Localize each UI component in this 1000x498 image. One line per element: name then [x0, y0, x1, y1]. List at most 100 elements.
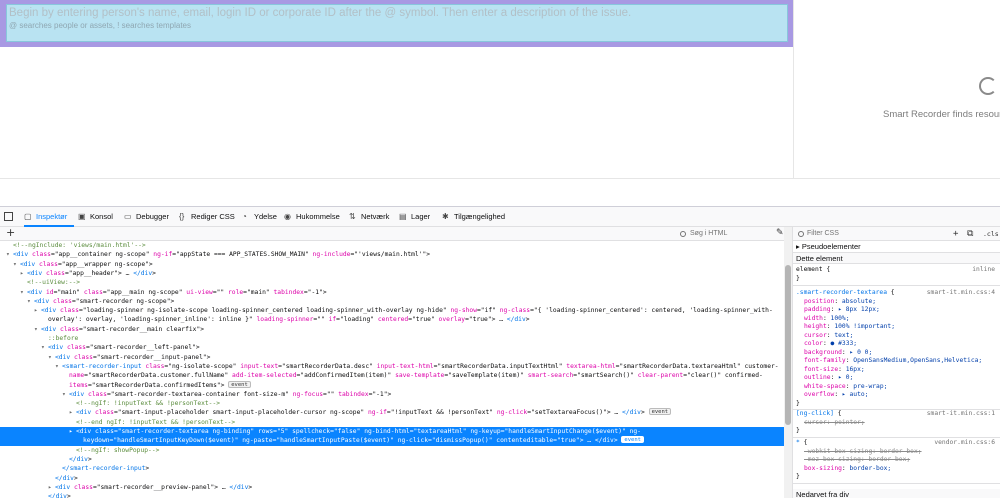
css-declaration[interactable]: width: 100%;	[796, 315, 998, 324]
add-node-icon[interactable]: +	[6, 226, 15, 239]
smart-recorder-textarea[interactable]: Begin by entering person's name, email, …	[6, 4, 788, 42]
rule-source[interactable]: smart-it.min.css:1	[927, 410, 995, 419]
tab-debugger[interactable]: ▭ Debugger	[124, 207, 169, 227]
element-rule[interactable]: element { inline	[796, 266, 998, 275]
tab-network[interactable]: ⇅ Netværk	[349, 207, 389, 227]
cls-toggle[interactable]: .cls	[983, 227, 999, 241]
rule-source[interactable]: smart-it.min.css:4	[927, 289, 995, 298]
expand-arrow-icon[interactable]: ▾	[34, 325, 41, 334]
css-declaration[interactable]: cursor: pointer;	[796, 419, 998, 428]
expand-arrow-icon[interactable]: ▾	[62, 390, 69, 399]
markup-line[interactable]: items="smartRecorderData.confirmedItems"…	[0, 380, 784, 390]
expand-arrow-icon[interactable]: ▾	[41, 343, 48, 352]
css-declaration[interactable]: white-space: pre-wrap;	[796, 383, 998, 392]
css-declaration[interactable]: background: ▸ 0 0;	[796, 349, 998, 358]
rule-selector-line[interactable]: [ng-click] {smart-it.min.css:1	[796, 410, 998, 419]
tab-memory[interactable]: ◉ Hukommelse	[284, 207, 340, 227]
markup-line[interactable]: ▾ <div class="app__container ng-scope" ng…	[0, 250, 784, 259]
selected-markup-line[interactable]: keydown="handleSmartInputKeyDown($event)…	[0, 436, 784, 446]
devtools-tabbar: ▢ Inspektør ▣ Konsol ▭ Debugger {} Redig…	[0, 207, 1000, 227]
markup-line[interactable]: ▾ <div class="smart-recorder__input-panel…	[0, 353, 784, 362]
markup-scroll-thumb[interactable]	[785, 265, 791, 425]
rule-selector-line[interactable]: .smart-recorder-textarea {smart-it.min.c…	[796, 289, 998, 298]
event-badge[interactable]: event	[648, 408, 672, 416]
markup-line[interactable]: ▾ <smart-recorder-input class="ng-isolate…	[0, 362, 784, 371]
markup-line[interactable]: </div>	[0, 492, 784, 498]
tab-label: Konsol	[90, 212, 113, 221]
markup-line[interactable]: name="smartRecorderData.customer.fullNam…	[0, 371, 784, 380]
css-declaration[interactable]: -webkit-box-sizing: border-box;	[796, 448, 998, 457]
markup-view[interactable]: <!--ngInclude: 'views/main.html'--> ▾ <div…	[0, 241, 784, 498]
tab-style-editor[interactable]: {} Rediger CSS	[179, 207, 235, 227]
markup-line[interactable]: ::before	[0, 334, 784, 343]
tab-console[interactable]: ▣ Konsol	[78, 207, 113, 227]
panel-divider	[793, 0, 794, 178]
css-declaration[interactable]: padding: ▸ 8px 12px;	[796, 306, 998, 315]
expand-arrow-icon[interactable]: ▾	[13, 260, 20, 269]
tab-storage[interactable]: ▤ Lager	[399, 207, 430, 227]
event-badge[interactable]: event	[228, 380, 251, 388]
textarea-placeholder[interactable]: Begin by entering person's name, email, …	[9, 7, 631, 19]
tab-inspector[interactable]: ▢ Inspektør	[24, 207, 74, 227]
expand-arrow-icon: ▸	[796, 242, 800, 251]
expand-arrow-icon[interactable]: ▾	[6, 250, 13, 259]
expand-arrow-icon[interactable]: ▸	[48, 483, 55, 492]
markup-line[interactable]: ▾ <div class="smart-recorder__left-panel"…	[0, 343, 784, 352]
css-declaration[interactable]: cursor: text;	[796, 332, 998, 341]
selected-markup-line[interactable]: ▸ <div class="smart-recorder-textarea ng-…	[0, 427, 784, 437]
toggle-pseudo-icon[interactable]: ⧉	[967, 227, 973, 241]
markup-line[interactable]: <!--ngIf: !inputText && !personText-->	[0, 399, 784, 408]
markup-line[interactable]: <!--ngInclude: 'views/main.html'-->	[0, 241, 784, 250]
markup-line[interactable]: </div>	[0, 474, 784, 483]
event-badge[interactable]: event	[621, 436, 644, 444]
expand-arrow-icon[interactable]: ▸	[69, 408, 76, 417]
css-declaration[interactable]: font-family: OpenSansMedium,OpenSans,Hel…	[796, 357, 998, 366]
pseudo-elements-toggle[interactable]: ▸ Pseudoelementer	[793, 241, 1000, 253]
markup-line[interactable]: </div>	[0, 455, 784, 464]
rule-close: }	[796, 427, 800, 434]
css-declaration[interactable]: outline: ▸ 0;	[796, 374, 998, 383]
markup-line[interactable]: ▾ <div class="smart-recorder ng-scope">	[0, 297, 784, 306]
inherited-header: Nedarvet fra div	[793, 489, 1000, 498]
markup-line-text: </smart-recorder-input>	[62, 465, 150, 473]
markup-line[interactable]: ▸ <div class="loading-spinner ng-isolate-…	[0, 306, 784, 315]
markup-line[interactable]: </smart-recorder-input>	[0, 464, 784, 473]
eyedropper-icon[interactable]: ✎	[776, 228, 784, 238]
expand-arrow-icon[interactable]: ▸	[34, 306, 41, 315]
expand-arrow-icon[interactable]: ▾	[48, 353, 55, 362]
tab-label: Inspektør	[36, 212, 68, 221]
markup-line[interactable]: ▸ <div class="smart-recorder__preview-pan…	[0, 483, 784, 492]
expand-arrow-icon[interactable]: ▾	[55, 362, 62, 371]
add-rule-icon[interactable]: +	[953, 227, 958, 241]
markup-line[interactable]: <!--uiView:-->	[0, 278, 784, 287]
markup-line[interactable]: ▾ <div class="app__wrapper ng-scope">	[0, 260, 784, 269]
css-declaration[interactable]: overflow: ▸ auto;	[796, 391, 998, 400]
css-filter-input[interactable]: Filter CSS	[797, 229, 839, 239]
tab-performance[interactable]: ◔ Ydelse	[242, 207, 277, 227]
markup-line[interactable]: ▾ <div class="smart-recorder-textarea-con…	[0, 390, 784, 399]
markup-line[interactable]: ▾ <div id="main" class="app__main ng-scop…	[0, 288, 784, 297]
css-declaration[interactable]: font-size: 16px;	[796, 366, 998, 375]
element-picker-icon[interactable]	[4, 212, 13, 221]
markup-line[interactable]: ▸ <div class="app__header"> … </div>	[0, 269, 784, 278]
expand-arrow-icon[interactable]: ▾	[27, 297, 34, 306]
tab-accessibility[interactable]: ✱ Tilgængelighed	[442, 207, 505, 227]
rule-source[interactable]: inline	[972, 266, 995, 275]
css-declaration[interactable]: color: ● #333;	[796, 340, 998, 349]
css-declaration[interactable]: -moz-box-sizing: border-box;	[796, 456, 998, 465]
markup-line[interactable]: <!--end ngIf: !inputText && !personText-…	[0, 418, 784, 427]
markup-line[interactable]: overlay': overlay, 'loading-spinner_inli…	[0, 315, 784, 324]
markup-line[interactable]: ▸ <div class="smart-input-placeholder sma…	[0, 408, 784, 417]
html-search-input[interactable]: Søg i HTML	[676, 229, 771, 239]
rule-open-brace: {	[826, 266, 831, 273]
markup-line[interactable]: ▾ <div class="smart-recorder__main clearf…	[0, 325, 784, 334]
rule-source[interactable]: vendor.min.css:6	[934, 439, 995, 448]
css-declaration[interactable]: height: 100% !important;	[796, 323, 998, 332]
markup-line[interactable]: <!--ngIf: showPopup-->	[0, 446, 784, 455]
expand-arrow-icon[interactable]: ▸	[20, 269, 27, 278]
rule-selector-line[interactable]: * {vendor.min.css:6	[796, 439, 998, 448]
expand-arrow-icon[interactable]: ▸	[69, 427, 76, 436]
expand-arrow-icon[interactable]: ▾	[20, 288, 27, 297]
css-declaration[interactable]: box-sizing: border-box;	[796, 465, 998, 474]
css-declaration[interactable]: position: absolute;	[796, 298, 998, 307]
